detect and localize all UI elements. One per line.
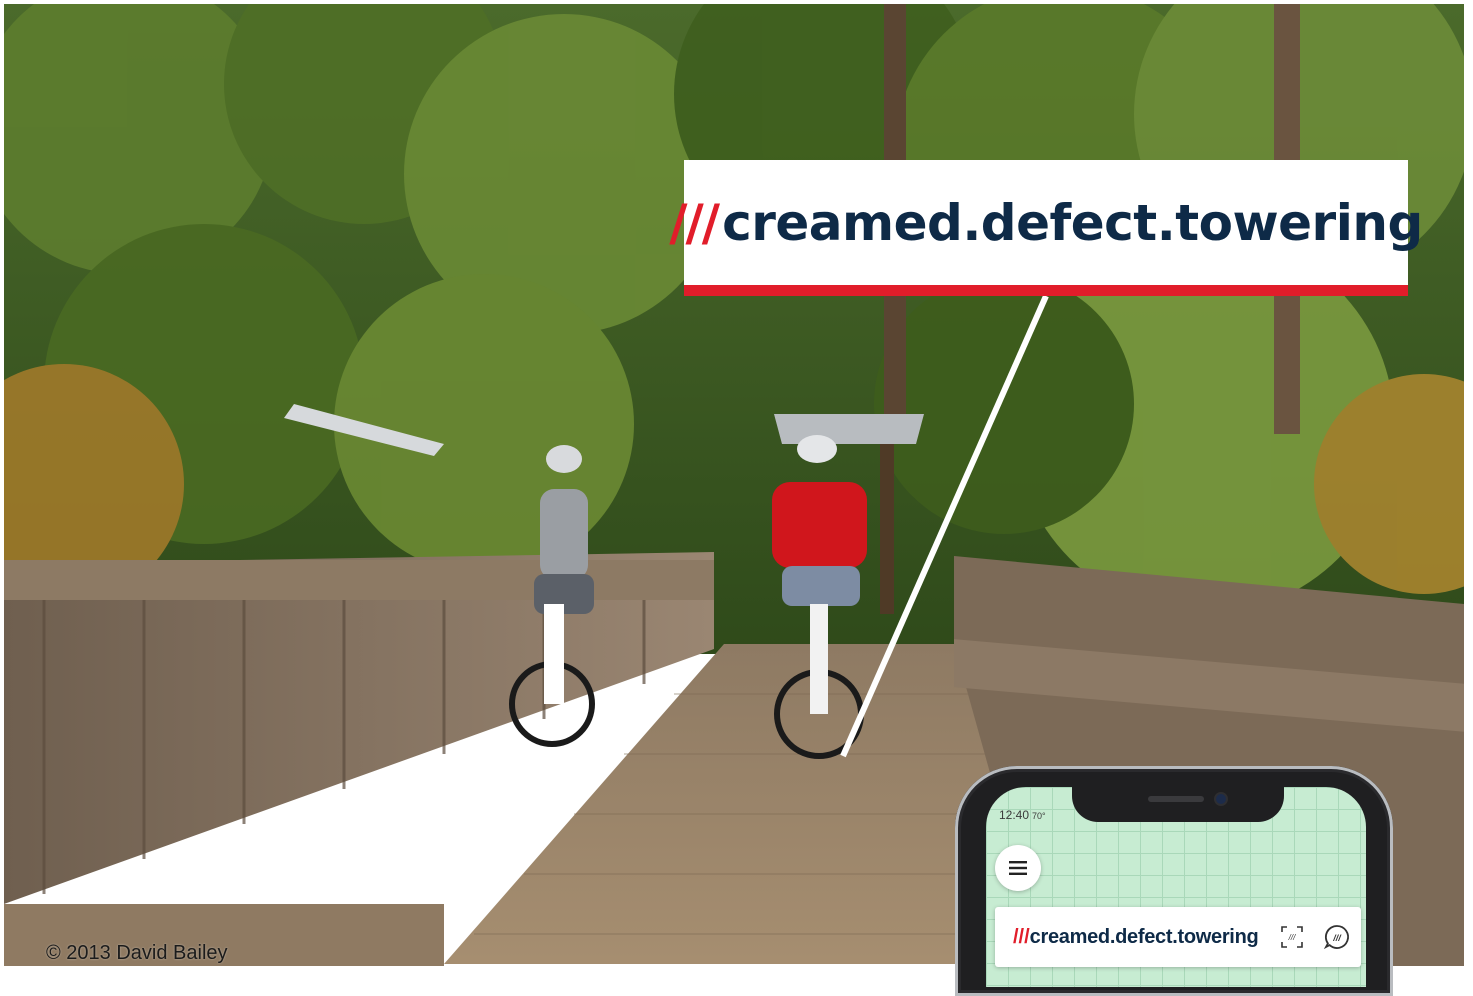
voice-icon[interactable]: /// [1323, 923, 1351, 951]
callout-underline [684, 285, 1408, 296]
phone-speaker [1148, 796, 1204, 802]
photo-credit: © 2013 David Bailey [46, 942, 228, 964]
hamburger-icon [1009, 861, 1027, 875]
address-search-bar[interactable]: /// creamed.defect.towering /// /// [995, 907, 1361, 967]
status-bar-time: 12:40 70° [999, 808, 1046, 822]
search-address-text: creamed.defect.towering [1029, 925, 1259, 948]
camera-icon [1216, 794, 1226, 804]
status-time-text: 12:40 [999, 808, 1030, 822]
svg-text:///: /// [1288, 933, 1296, 942]
svg-text:///: /// [1332, 933, 1342, 943]
callout-address: creamed.defect.towering [722, 193, 1423, 252]
address-callout: /// creamed.defect.towering [669, 160, 1423, 296]
search-slashes: /// [1013, 925, 1030, 948]
scan-icon[interactable]: /// [1280, 925, 1304, 949]
callout-slashes: /// [669, 193, 720, 252]
status-temp-text: 70° [1032, 811, 1046, 821]
menu-button[interactable] [995, 845, 1041, 891]
